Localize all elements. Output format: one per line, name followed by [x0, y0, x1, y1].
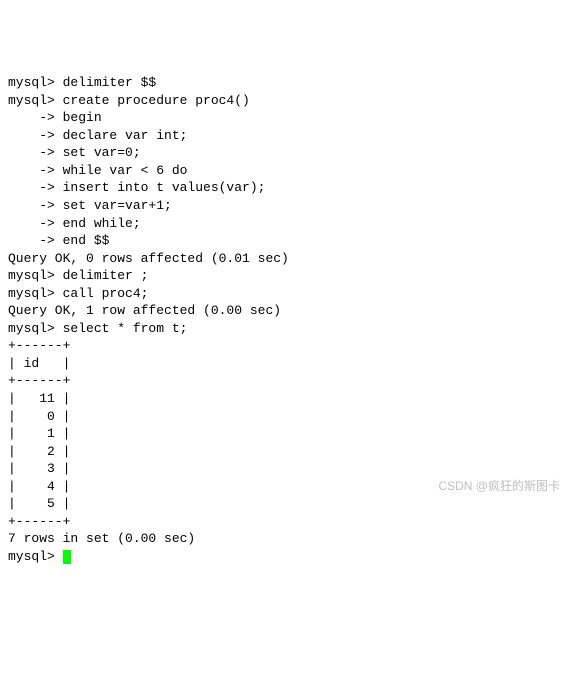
terminal-line: | 3 |: [8, 460, 570, 478]
cursor-icon: [63, 550, 71, 564]
terminal-line: Query OK, 0 rows affected (0.01 sec): [8, 250, 570, 268]
terminal-line: +------+: [8, 337, 570, 355]
terminal-line: 7 rows in set (0.00 sec): [8, 530, 570, 548]
terminal-line: mysql> select * from t;: [8, 320, 570, 338]
terminal-line: +------+: [8, 372, 570, 390]
terminal-line: +------+: [8, 513, 570, 531]
terminal-line: | 1 |: [8, 425, 570, 443]
terminal-line: Query OK, 1 row affected (0.00 sec): [8, 302, 570, 320]
terminal-line: | 0 |: [8, 408, 570, 426]
terminal-line: -> set var=0;: [8, 144, 570, 162]
terminal-line: -> begin: [8, 109, 570, 127]
terminal-line: -> set var=var+1;: [8, 197, 570, 215]
terminal-line: | 11 |: [8, 390, 570, 408]
terminal-line: -> while var < 6 do: [8, 162, 570, 180]
terminal-line: mysql> delimiter $$: [8, 74, 570, 92]
terminal-line: -> end $$: [8, 232, 570, 250]
terminal-line: mysql> delimiter ;: [8, 267, 570, 285]
terminal-line: mysql> call proc4;: [8, 285, 570, 303]
terminal-line: | 5 |: [8, 495, 570, 513]
terminal-line: | 2 |: [8, 443, 570, 461]
terminal-line: mysql> create procedure proc4(): [8, 92, 570, 110]
terminal-line: -> insert into t values(var);: [8, 179, 570, 197]
terminal-line: -> declare var int;: [8, 127, 570, 145]
terminal-line: | id |: [8, 355, 570, 373]
watermark-text: CSDN @疯狂的斯图卡: [438, 478, 560, 494]
terminal-line: -> end while;: [8, 215, 570, 233]
terminal-line: mysql>: [8, 548, 570, 566]
